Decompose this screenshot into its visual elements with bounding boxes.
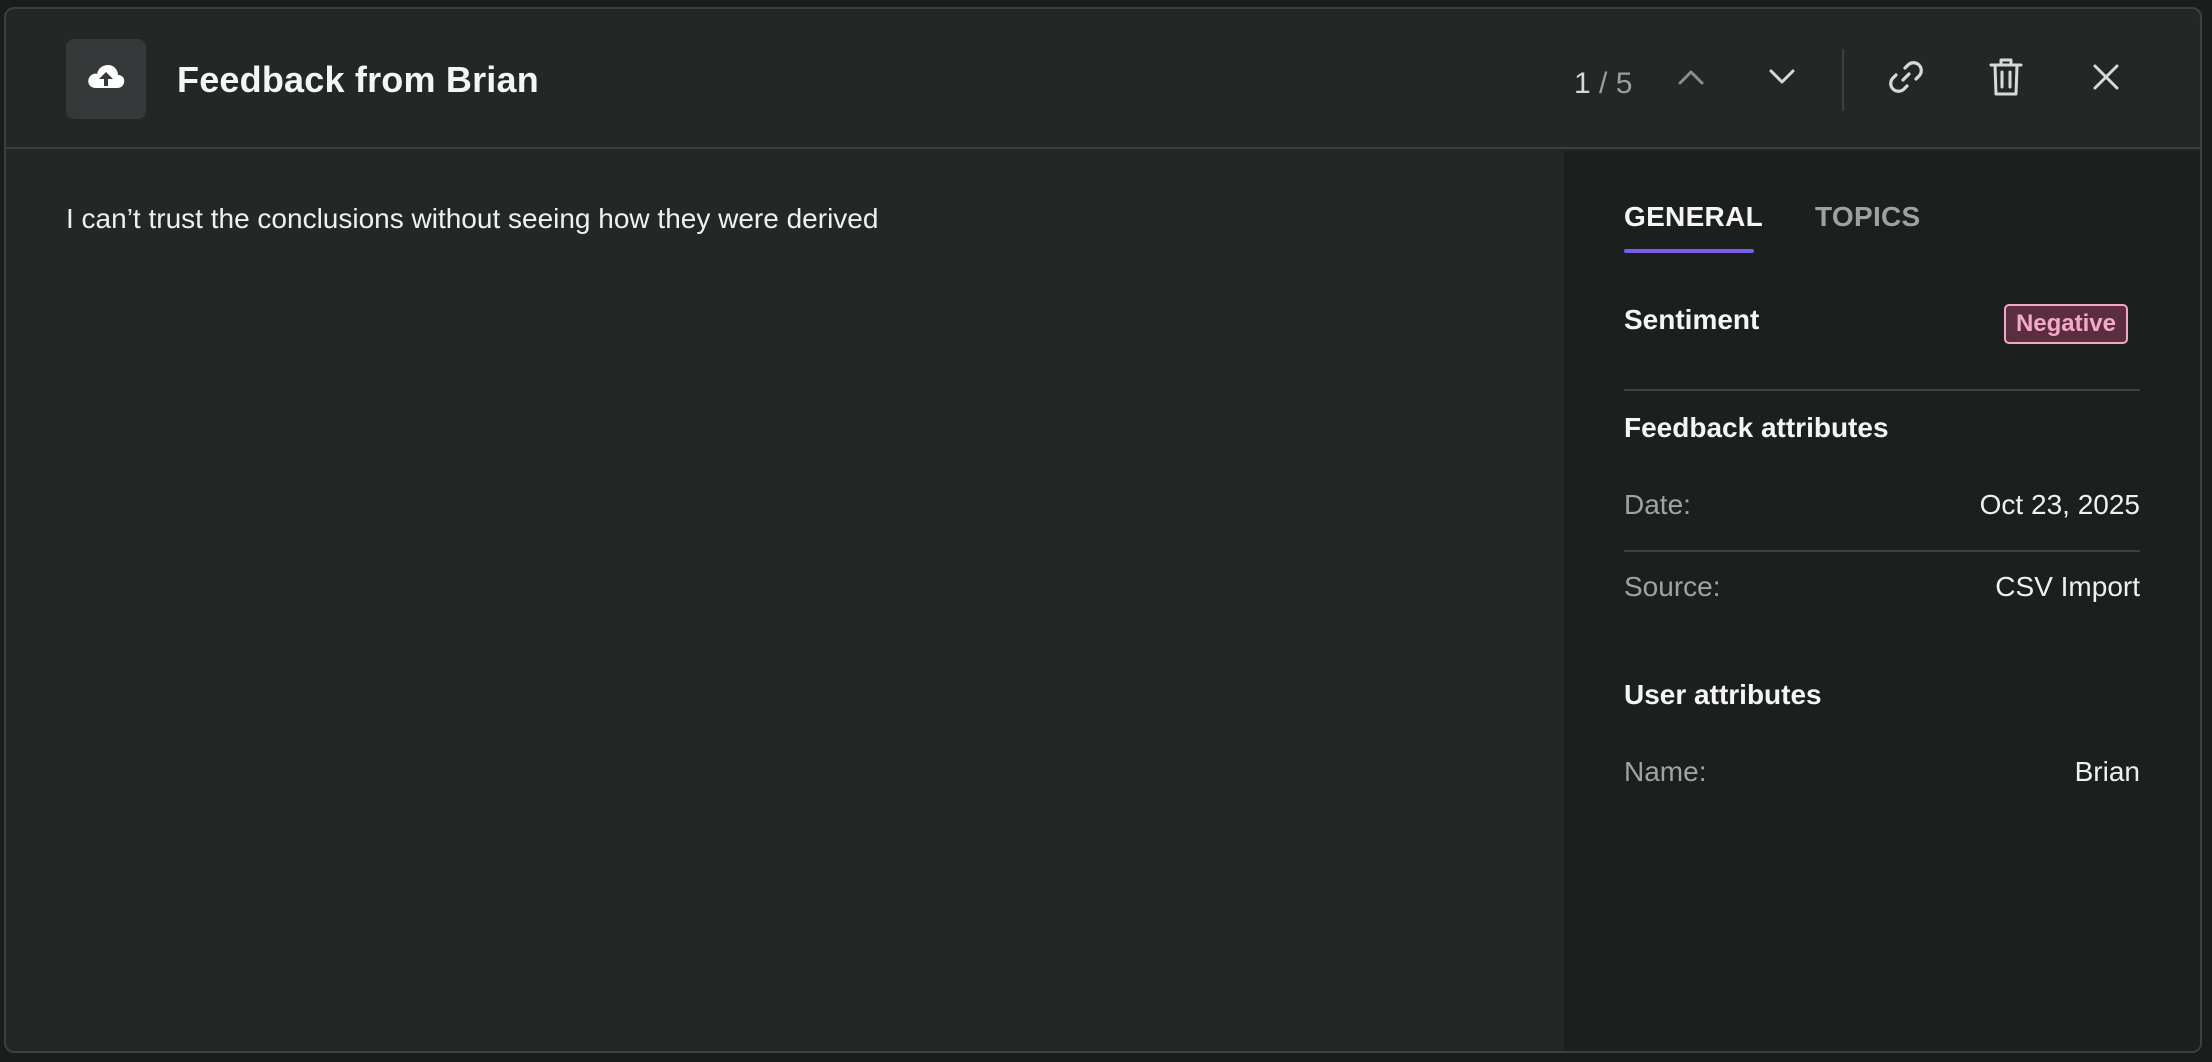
close-icon	[2091, 62, 2121, 97]
user-attributes-title: User attributes	[1624, 679, 1822, 710]
source-label: Source:	[1624, 571, 1721, 602]
tab-general[interactable]: GENERAL	[1624, 201, 1763, 233]
source-value: CSV Import	[1995, 571, 2140, 602]
sentiment-label: Sentiment	[1624, 304, 1760, 335]
chevron-up-icon	[1677, 68, 1705, 91]
delete-button[interactable]	[1980, 53, 2032, 105]
modal-title: Feedback from Brian	[177, 59, 539, 100]
header-divider	[1842, 49, 1844, 111]
tab-topics[interactable]: TOPICS	[1815, 201, 1921, 233]
link-icon	[1886, 57, 1926, 102]
name-value: Brian	[2074, 756, 2140, 787]
active-tab-indicator	[1624, 249, 1754, 253]
feedback-modal: Feedback from Brian 1 / 5 I can’t trust …	[4, 7, 2202, 1053]
counter-total: 5	[1615, 67, 1633, 100]
upload-cloud-icon	[86, 60, 126, 99]
modal-header: Feedback from Brian 1 / 5	[6, 9, 2200, 149]
name-label: Name:	[1624, 756, 1707, 787]
pagination-counter: 1 / 5	[1574, 67, 1632, 101]
upload-button[interactable]	[66, 39, 146, 119]
previous-button[interactable]	[1665, 53, 1717, 105]
counter-separator: /	[1599, 67, 1608, 100]
feedback-text: I can’t trust the conclusions without se…	[66, 203, 879, 234]
close-button[interactable]	[2080, 53, 2132, 105]
trash-icon	[1988, 57, 2024, 102]
counter-current: 1	[1574, 67, 1591, 100]
divider	[1624, 550, 2140, 552]
date-label: Date:	[1624, 489, 1691, 520]
details-panel: GENERAL TOPICS Sentiment Negative Feedba…	[1564, 151, 2200, 1051]
feedback-content: I can’t trust the conclusions without se…	[6, 151, 1564, 1051]
chevron-down-icon	[1768, 68, 1796, 91]
sentiment-badge: Negative	[2003, 304, 2128, 344]
divider	[1624, 389, 2140, 391]
copy-link-button[interactable]	[1880, 53, 1932, 105]
next-button[interactable]	[1756, 53, 1808, 105]
date-value: Oct 23, 2025	[1979, 489, 2140, 520]
feedback-attributes-title: Feedback attributes	[1624, 412, 1889, 443]
